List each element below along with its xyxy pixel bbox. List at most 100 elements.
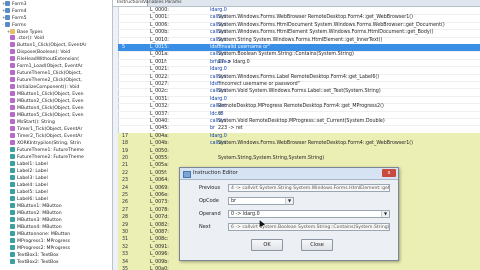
- opcode-label: OpCode: [199, 198, 219, 204]
- tree-item[interactable]: Label3: Label: [7, 175, 48, 182]
- tree-item[interactable]: + Form4: [2, 7, 27, 14]
- opcode-value: br: [231, 199, 237, 204]
- tree-item[interactable]: Button1_Click(Object, EventAr: [7, 42, 86, 49]
- offset-label: L_0031:: [150, 96, 169, 102]
- tab-params[interactable]: Params: [161, 0, 186, 6]
- tree-item[interactable]: Timer1_Tick(Object, EventAr: [7, 126, 82, 133]
- tree-item-label: Label4: Label: [17, 183, 48, 188]
- tree-item[interactable]: FutureTheme2: FutureTheme: [7, 154, 84, 161]
- row-number: 29: [122, 222, 129, 228]
- tree-item[interactable]: MButton4_Click(Object, Even: [7, 105, 84, 112]
- tree-item[interactable]: MsStart(): String: [7, 119, 55, 126]
- chevron-down-icon[interactable]: ▼: [381, 211, 389, 217]
- method-icon: [10, 112, 15, 117]
- tree-item[interactable]: TextBox2: TextBox: [7, 259, 59, 266]
- field-icon: [10, 210, 15, 215]
- tree-item[interactable]: Timer2_Tick(Object, EventAr: [7, 133, 82, 140]
- operand-cell: 17 -> ldarg.0: [218, 59, 250, 65]
- offset-label: L_0006:: [150, 22, 169, 28]
- field-icon: [10, 189, 15, 194]
- offset-label: L_0037:: [150, 111, 169, 117]
- close-icon[interactable]: x: [382, 169, 396, 177]
- opcode-combo[interactable]: br ▼: [228, 197, 294, 205]
- opcode-cell: ldarg.0: [210, 133, 227, 139]
- tree-item[interactable]: MButton5_Click(Object, Even: [7, 112, 84, 119]
- tree-item[interactable]: FutureTheme2_Click(Object,: [7, 77, 82, 84]
- method-icon: [10, 35, 15, 40]
- tab-strip: Instructions Variables Params: [113, 0, 480, 7]
- close-button[interactable]: Close: [301, 239, 333, 251]
- tree-item[interactable]: + Base Types: [7, 28, 43, 35]
- row-number: 27: [122, 207, 129, 213]
- tree-item[interactable]: FutureTheme1_Click(Object,: [7, 70, 82, 77]
- operand-cell: 0: [218, 111, 222, 117]
- dialog-titlebar[interactable]: Instruction Editor x: [180, 168, 398, 180]
- tree-item[interactable]: MButton3: MButton: [7, 217, 62, 224]
- field-icon: [10, 217, 15, 222]
- ok-button[interactable]: OK: [251, 239, 283, 251]
- tree-item-label: Dispose(Boolean): Void: [17, 50, 71, 55]
- tree-item[interactable]: + Form3: [2, 0, 27, 7]
- offset-label: L_0021:: [150, 67, 169, 73]
- operand-cell: System.Void System.Windows.Forms.Label::…: [218, 89, 381, 95]
- tree-item[interactable]: MProgress2: MProgress: [7, 245, 70, 252]
- tree-item[interactable]: MButtonnone: MButton: [7, 231, 70, 238]
- tree-item[interactable]: Dispose(Boolean): Void: [7, 49, 70, 56]
- tree-item[interactable]: - Forms: [2, 21, 26, 28]
- chevron-down-icon[interactable]: ▼: [285, 198, 293, 204]
- offset-label: L_0040:: [150, 119, 169, 124]
- tree-item[interactable]: + Form5: [2, 14, 27, 21]
- row-number: 17: [122, 133, 129, 139]
- tree-item[interactable]: MButton2: MButton: [7, 210, 62, 217]
- tree-item[interactable]: XORKIntrypilon(String, Strin: [7, 140, 81, 147]
- tree-item[interactable]: FutureTheme1: FutureTheme: [7, 147, 84, 154]
- row-number: 32: [122, 244, 129, 250]
- offset-label: L_0000:: [150, 8, 169, 13]
- row-number: 21: [122, 163, 129, 169]
- assembly-tree[interactable]: + Form3 + Form4 + Form5- Forms + Base Types .ctor…: [0, 0, 113, 270]
- method-icon: [10, 105, 15, 110]
- tree-item[interactable]: Form1_Load(Object, EventAr: [7, 63, 83, 70]
- tree-item[interactable]: TextBox1: TextBox: [7, 252, 59, 259]
- tree-item-label: FutureTheme1: FutureTheme: [17, 148, 84, 153]
- tree-item[interactable]: MButton1_Click(Object, Even: [7, 91, 84, 98]
- row-number: 23: [122, 178, 129, 184]
- tree-item-label: Timer2_Tick(Object, EventAr: [17, 134, 83, 139]
- row-number: 5: [122, 45, 126, 50]
- offset-label: L_001a:: [150, 52, 169, 58]
- operand-cell: RemoteDesktop.MProgress RemoteDesktop.Fo…: [218, 104, 384, 110]
- form-icon: [5, 22, 10, 27]
- method-icon: [10, 70, 15, 75]
- field-icon: [10, 168, 15, 173]
- method-icon: [10, 133, 15, 138]
- operand-cell: System.Windows.Forms.WebBrowser RemoteDe…: [218, 15, 414, 21]
- tree-item[interactable]: Label5: Label: [7, 189, 48, 196]
- row-number: 35: [122, 267, 129, 270]
- tree-item[interactable]: MButton1: MButton: [7, 203, 62, 210]
- tree-item[interactable]: MProgress1: MProgress: [7, 238, 70, 245]
- tree-item[interactable]: Label2: Label: [7, 168, 48, 175]
- method-icon: [10, 42, 15, 47]
- tree-item[interactable]: MButton4: MButton: [7, 224, 62, 231]
- method-icon: [10, 77, 15, 82]
- tree-item[interactable]: Label4: Label: [7, 182, 48, 189]
- field-icon: [10, 231, 15, 236]
- form-icon: [5, 1, 10, 6]
- tree-item[interactable]: FileHeadWithoutExtension(: [7, 56, 79, 63]
- tree-item[interactable]: Label6: Label: [7, 196, 48, 203]
- operand-cell: System.String,System.String,System.Strin…: [218, 156, 325, 161]
- operand-cell: System.Boolean System.String::Contains(S…: [218, 52, 354, 58]
- folder-icon: [10, 29, 15, 34]
- operand-combo[interactable]: 0 -> ldarg.0 ▼: [228, 210, 390, 218]
- tree-item[interactable]: .ctor(): Void: [7, 35, 44, 42]
- instruction-row[interactable]: 35 L_00a0:: [118, 266, 480, 270]
- tree-item-label: MProgress1: MProgress: [17, 239, 71, 244]
- tree-item-label: MButton5_Click(Object, Even: [17, 113, 84, 118]
- tree-item[interactable]: Label1: Label: [7, 161, 48, 168]
- offset-label: L_001f:: [150, 59, 168, 65]
- offset-label: L_0015:: [150, 45, 169, 50]
- tree-item-label: MsStart(): String: [17, 120, 55, 125]
- tree-item[interactable]: InitializeComponent(): Void: [7, 84, 79, 91]
- operand-cell: "Invalid username or": [218, 45, 271, 50]
- tree-item[interactable]: MButton2_Click(Object, Even: [7, 98, 84, 105]
